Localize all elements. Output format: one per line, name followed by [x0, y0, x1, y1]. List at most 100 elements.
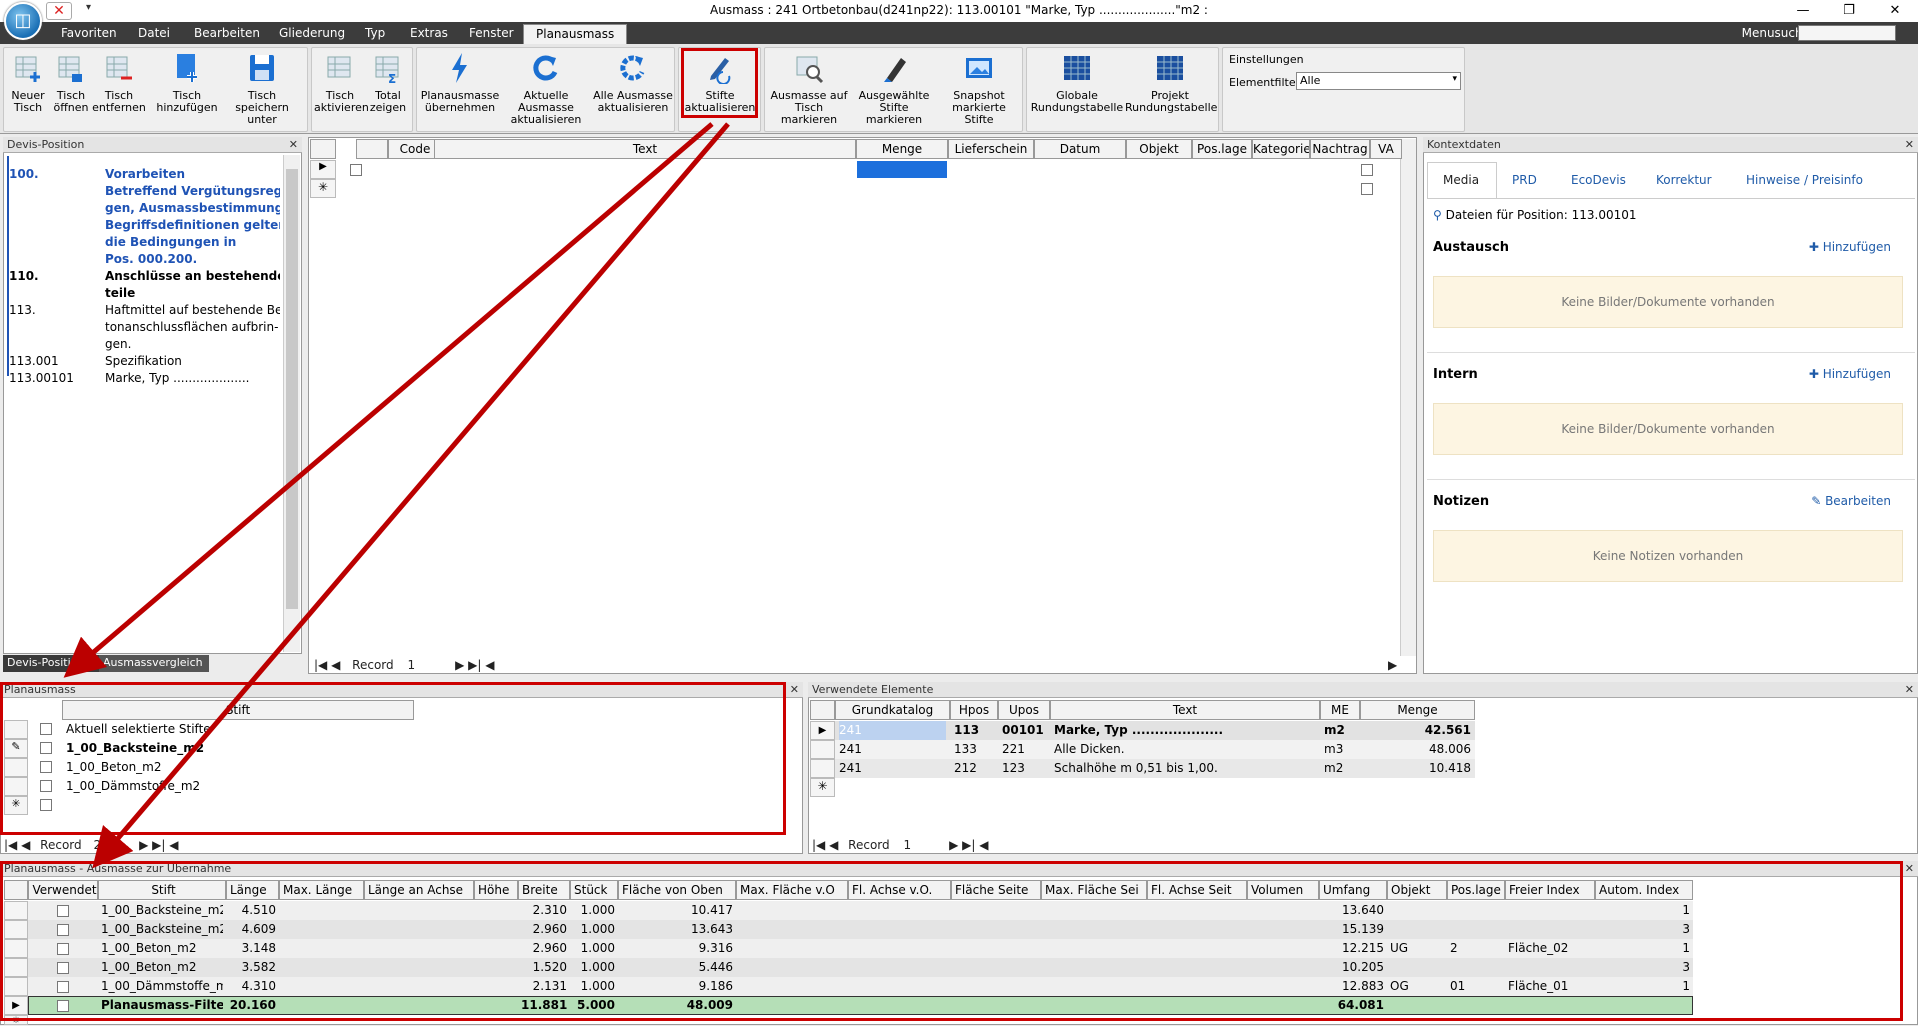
- column-header-kategorie[interactable]: Kategorie: [1252, 139, 1310, 159]
- ausgewaehlte-stifte-markieren-button[interactable]: Ausgewählte Stifte markieren: [851, 52, 937, 126]
- tab-devis-position[interactable]: Devis-Position: [3, 655, 99, 672]
- column-header-upos[interactable]: Upos: [998, 700, 1050, 720]
- devis-item-text[interactable]: teile: [105, 285, 280, 302]
- next-record-icon[interactable]: ▶: [139, 838, 148, 852]
- column-header-objekt[interactable]: Objekt: [1126, 139, 1192, 159]
- menu-typ[interactable]: Typ: [365, 26, 385, 40]
- ausmass-grid-record-nav[interactable]: |◀ ◀ Record 1 ▶ ▶| ◀: [314, 658, 495, 672]
- projekt-rundungstabelle-button[interactable]: Projekt Rundungstabelle: [1125, 52, 1217, 114]
- devis-item-text[interactable]: gen.: [105, 336, 280, 353]
- menu-fenster[interactable]: Fenster: [469, 26, 514, 40]
- column-header-text[interactable]: Text: [434, 139, 856, 159]
- last-record-icon[interactable]: ▶|: [152, 838, 165, 852]
- tisch-hinzufuegen-button[interactable]: Tisch hinzufügen: [154, 52, 220, 114]
- devis-item-number[interactable]: 113.: [9, 302, 36, 319]
- column-header-va[interactable]: VA: [1370, 139, 1402, 159]
- tab-media[interactable]: Media: [1443, 173, 1479, 187]
- elemente-record-nav[interactable]: |◀ ◀ Record 1 ▶ ▶| ◀: [812, 838, 989, 852]
- tab-korrektur[interactable]: Korrektur: [1656, 173, 1712, 187]
- devis-item-text[interactable]: Vorarbeiten: [105, 166, 280, 183]
- planausmass-record-nav[interactable]: |◀ ◀ Record 2 ▶ ▶| ◀: [4, 838, 179, 852]
- prev-record-icon[interactable]: ◀: [829, 838, 838, 852]
- devis-item-number[interactable]: 113.001: [9, 353, 59, 370]
- last-record-icon[interactable]: ▶|: [468, 658, 481, 672]
- quick-close-icon[interactable]: ✕: [46, 2, 72, 20]
- tab-prd[interactable]: PRD: [1512, 173, 1537, 187]
- planausmasse-uebernehmen-button[interactable]: Planausmasse übernehmen: [419, 52, 501, 114]
- restore-icon[interactable]: ❐: [1826, 0, 1872, 22]
- neuer-tisch-button[interactable]: Neuer Tisch: [6, 52, 50, 114]
- row-selector[interactable]: ▶: [310, 160, 336, 179]
- tab-ausmassvergleich[interactable]: Ausmassvergleich: [99, 655, 209, 672]
- devis-item-text[interactable]: Spezifikation: [105, 353, 280, 370]
- column-header-me[interactable]: ME: [1320, 700, 1360, 720]
- menu-gliederung[interactable]: Gliederung: [279, 26, 345, 40]
- devis-item-text[interactable]: Haftmittel auf bestehende Be-: [105, 302, 280, 319]
- aktuelle-ausmasse-aktualisieren-button[interactable]: Aktuelle Ausmasse aktualisieren: [501, 52, 591, 126]
- first-record-icon[interactable]: |◀: [4, 838, 17, 852]
- devis-item-text[interactable]: Pos. 000.200.: [105, 251, 280, 268]
- menu-favoriten[interactable]: Favoriten: [61, 26, 117, 40]
- ausmass-grid-scrollbar[interactable]: [1400, 139, 1416, 656]
- devis-item-number[interactable]: 113.00101: [9, 370, 74, 387]
- first-record-icon[interactable]: |◀: [314, 658, 327, 672]
- scroll-right-icon[interactable]: ▶: [1388, 658, 1397, 672]
- elementfilter-select[interactable]: Alle ▾: [1296, 72, 1461, 90]
- devis-item-text[interactable]: tonanschlussflächen aufbrin-: [105, 319, 280, 336]
- tisch-oeffnen-button[interactable]: Tisch öffnen: [50, 52, 92, 114]
- tab-hinweise-preisinfo[interactable]: Hinweise / Preisinfo: [1746, 173, 1863, 187]
- column-header-hpos[interactable]: Hpos: [950, 700, 998, 720]
- column-header-grundkatalog[interactable]: Grundkatalog: [835, 700, 950, 720]
- devis-item-number[interactable]: 110.: [9, 268, 39, 285]
- close-icon[interactable]: ✕: [1905, 862, 1914, 875]
- devis-item-text[interactable]: Begriffsdefinitionen gelten: [105, 217, 280, 234]
- last-record-icon[interactable]: ▶|: [962, 838, 975, 852]
- next-record-icon[interactable]: ▶: [455, 658, 464, 672]
- column-header-menge[interactable]: Menge: [1360, 700, 1475, 720]
- devis-scrollbar[interactable]: [283, 155, 300, 652]
- tisch-entfernen-button[interactable]: Tisch entfernen: [92, 52, 146, 114]
- devis-item-text[interactable]: gen, Ausmassbestimmungen u: [105, 200, 280, 217]
- first-record-icon[interactable]: |◀: [812, 838, 825, 852]
- app-logo-icon[interactable]: ◫: [4, 2, 42, 40]
- close-icon[interactable]: ✕: [1905, 683, 1914, 696]
- menge-cell-selected[interactable]: [857, 161, 947, 178]
- globale-rundungstabelle-button[interactable]: Globale Rundungstabelle: [1029, 52, 1125, 114]
- menu-bearbeiten[interactable]: Bearbeiten: [194, 26, 260, 40]
- menu-datei[interactable]: Datei: [138, 26, 170, 40]
- tab-ecodevis[interactable]: EcoDevis: [1571, 173, 1626, 187]
- devis-item-text[interactable]: Betreffend Vergütungsregelun-: [105, 183, 280, 200]
- row-checkbox[interactable]: [350, 164, 362, 176]
- devis-item-number[interactable]: 100.: [9, 166, 39, 183]
- tisch-aktivieren-button[interactable]: Tisch aktivieren: [314, 52, 369, 114]
- va-checkbox-new[interactable]: [1361, 183, 1373, 195]
- scroll-left-icon[interactable]: ◀: [485, 658, 494, 672]
- column-header-nachtrag[interactable]: Nachtrag: [1310, 139, 1370, 159]
- add-austausch-button[interactable]: ✚ Hinzufügen: [1809, 240, 1891, 254]
- new-row-selector[interactable]: ✳: [310, 179, 336, 198]
- devis-item-text[interactable]: Anschlüsse an bestehende Bau: [105, 268, 280, 285]
- minimize-icon[interactable]: —: [1780, 0, 1826, 22]
- menu-planausmass[interactable]: Planausmass: [523, 24, 628, 44]
- row-selector[interactable]: [810, 759, 835, 778]
- total-zeigen-button[interactable]: Σ Total zeigen: [366, 52, 410, 114]
- close-window-icon[interactable]: ✕: [1872, 0, 1918, 22]
- new-row-selector[interactable]: ✳: [810, 778, 835, 797]
- column-header-datum[interactable]: Datum: [1034, 139, 1126, 159]
- column-header-menge[interactable]: Menge: [856, 139, 948, 159]
- devis-item-text[interactable]: Marke, Typ ....................: [105, 370, 280, 387]
- alle-ausmasse-aktualisieren-button[interactable]: Alle Ausmasse aktualisieren: [591, 52, 675, 114]
- prev-record-icon[interactable]: ◀: [331, 658, 340, 672]
- column-header-lieferschein[interactable]: Lieferschein: [948, 139, 1034, 159]
- close-icon[interactable]: ✕: [1905, 138, 1914, 151]
- menu-extras[interactable]: Extras: [410, 26, 448, 40]
- tisch-speichern-unter-button[interactable]: Tisch speichern unter: [220, 52, 304, 126]
- next-record-icon[interactable]: ▶: [949, 838, 958, 852]
- row-selector[interactable]: [810, 740, 835, 759]
- scroll-left-icon[interactable]: ◀: [979, 838, 988, 852]
- menu-search-input[interactable]: [1798, 25, 1896, 41]
- add-intern-button[interactable]: ✚ Hinzufügen: [1809, 367, 1891, 381]
- edit-notes-button[interactable]: ✎ Bearbeiten: [1811, 494, 1891, 508]
- column-header-poslage[interactable]: Pos.lage: [1192, 139, 1252, 159]
- scroll-left-icon[interactable]: ◀: [169, 838, 178, 852]
